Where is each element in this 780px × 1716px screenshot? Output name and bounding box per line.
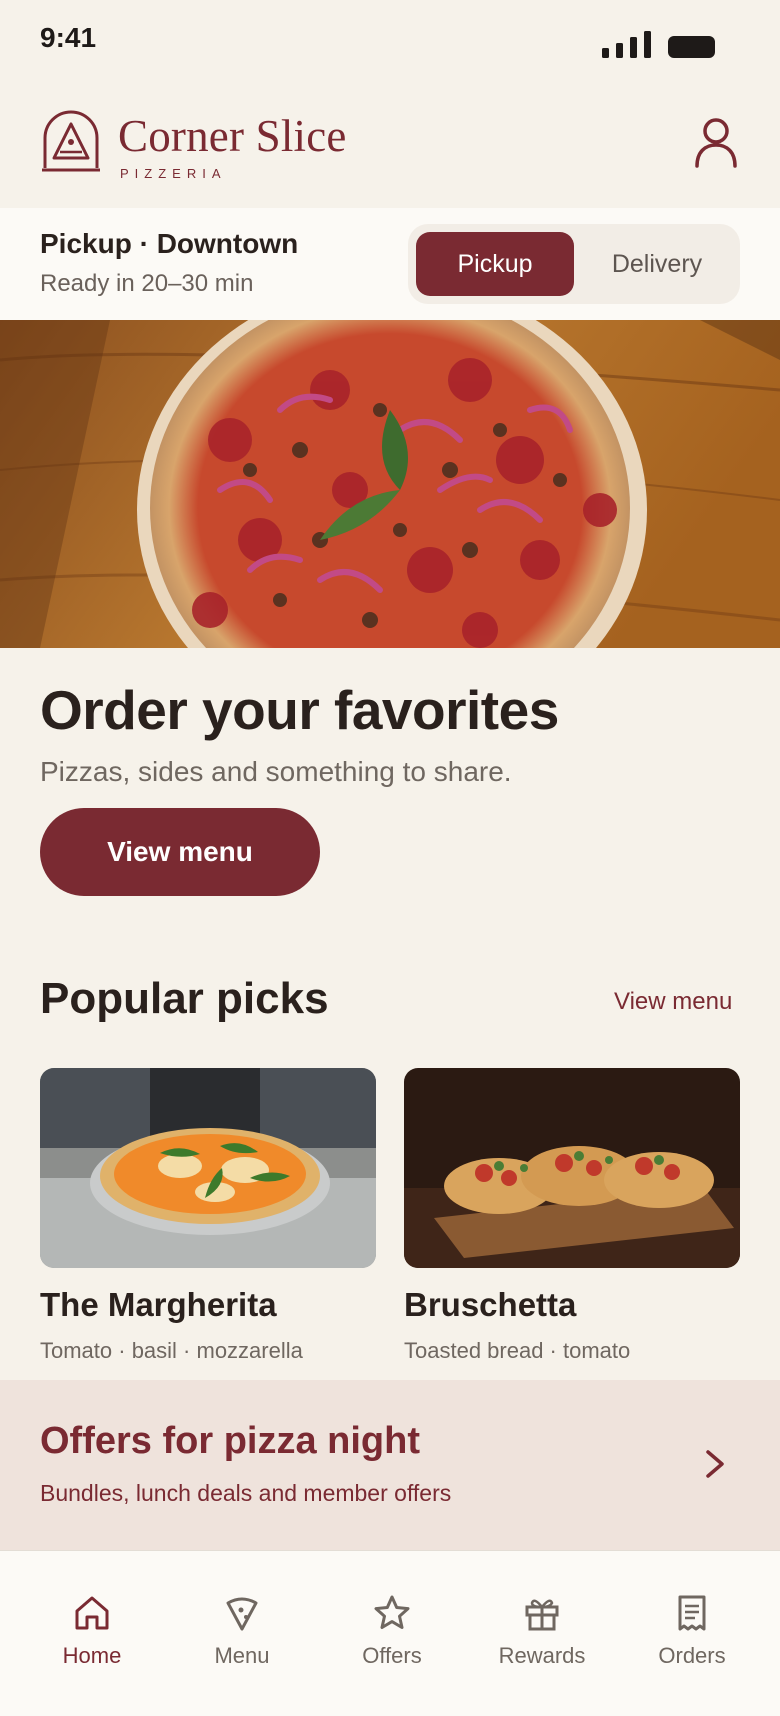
- offers-subtitle: Bundles, lunch deals and member offers: [40, 1480, 452, 1506]
- star-icon: [374, 1595, 410, 1629]
- battery-icon: [668, 36, 715, 58]
- hero-image: [0, 320, 780, 648]
- receipt-icon: [678, 1595, 706, 1631]
- bottom-tab-bar: Home Menu Offers Rewards Orders: [0, 1550, 780, 1716]
- view-menu-link[interactable]: View menu: [614, 988, 732, 1016]
- bruschetta-image: [404, 1068, 740, 1268]
- offers-banner[interactable]: Offers for pizza night Bundles, lunch de…: [0, 1380, 780, 1550]
- product-name: The Margherita: [40, 1286, 277, 1323]
- tab-label: Menu: [214, 1643, 270, 1668]
- status-time: 9:41: [40, 22, 97, 53]
- gift-icon: [525, 1599, 559, 1631]
- brand-subtitle: PIZZERIA: [120, 166, 227, 181]
- tab-rewards[interactable]: Rewards: [467, 1551, 617, 1716]
- product-card-margherita[interactable]: The Margherita Tomato · basil · mozzarel…: [40, 1068, 376, 1368]
- delivery-option[interactable]: Delivery: [582, 232, 732, 296]
- product-description: Tomato · basil · mozzarella: [40, 1338, 303, 1363]
- chevron-right-icon: [706, 1450, 724, 1478]
- account-icon[interactable]: [693, 116, 739, 168]
- view-menu-button[interactable]: View menu: [40, 808, 320, 896]
- product-description: Toasted bread · tomato: [404, 1338, 631, 1363]
- tab-home[interactable]: Home: [17, 1551, 167, 1716]
- signal-icon: [602, 31, 651, 58]
- fulfillment-bar: Pickup · Downtown Ready in 20–30 min Pic…: [0, 208, 780, 320]
- hero-headline: Order your favorites: [40, 679, 559, 741]
- fulfillment-toggle: Pickup Delivery: [408, 224, 740, 304]
- tab-label: Rewards: [498, 1643, 586, 1668]
- product-name: Bruschetta: [404, 1286, 577, 1323]
- tab-label: Orders: [658, 1643, 726, 1668]
- offers-title: Offers for pizza night: [40, 1420, 420, 1462]
- pickup-option[interactable]: Pickup: [416, 232, 574, 296]
- hero-subhead: Pizzas, sides and something to share.: [40, 756, 512, 787]
- tab-orders[interactable]: Orders: [617, 1551, 767, 1716]
- margherita-image: [40, 1068, 376, 1268]
- tab-offers[interactable]: Offers: [317, 1551, 467, 1716]
- status-bar: 9:41: [0, 0, 780, 88]
- tab-label: Home: [62, 1643, 122, 1668]
- pizza-slice-icon: [226, 1597, 258, 1631]
- logo-icon: [42, 110, 100, 172]
- location-title[interactable]: Pickup · Downtown: [40, 228, 298, 260]
- brand-name: Corner Slice: [118, 111, 347, 161]
- tab-label: Offers: [362, 1643, 422, 1668]
- app-header: Corner Slice PIZZERIA: [0, 88, 780, 208]
- home-icon: [75, 1596, 109, 1630]
- tab-menu[interactable]: Menu: [167, 1551, 317, 1716]
- popular-picks-title: Popular picks: [40, 974, 329, 1023]
- product-card-bruschetta[interactable]: Bruschetta Toasted bread · tomato: [404, 1068, 740, 1368]
- ready-time: Ready in 20–30 min: [40, 270, 254, 297]
